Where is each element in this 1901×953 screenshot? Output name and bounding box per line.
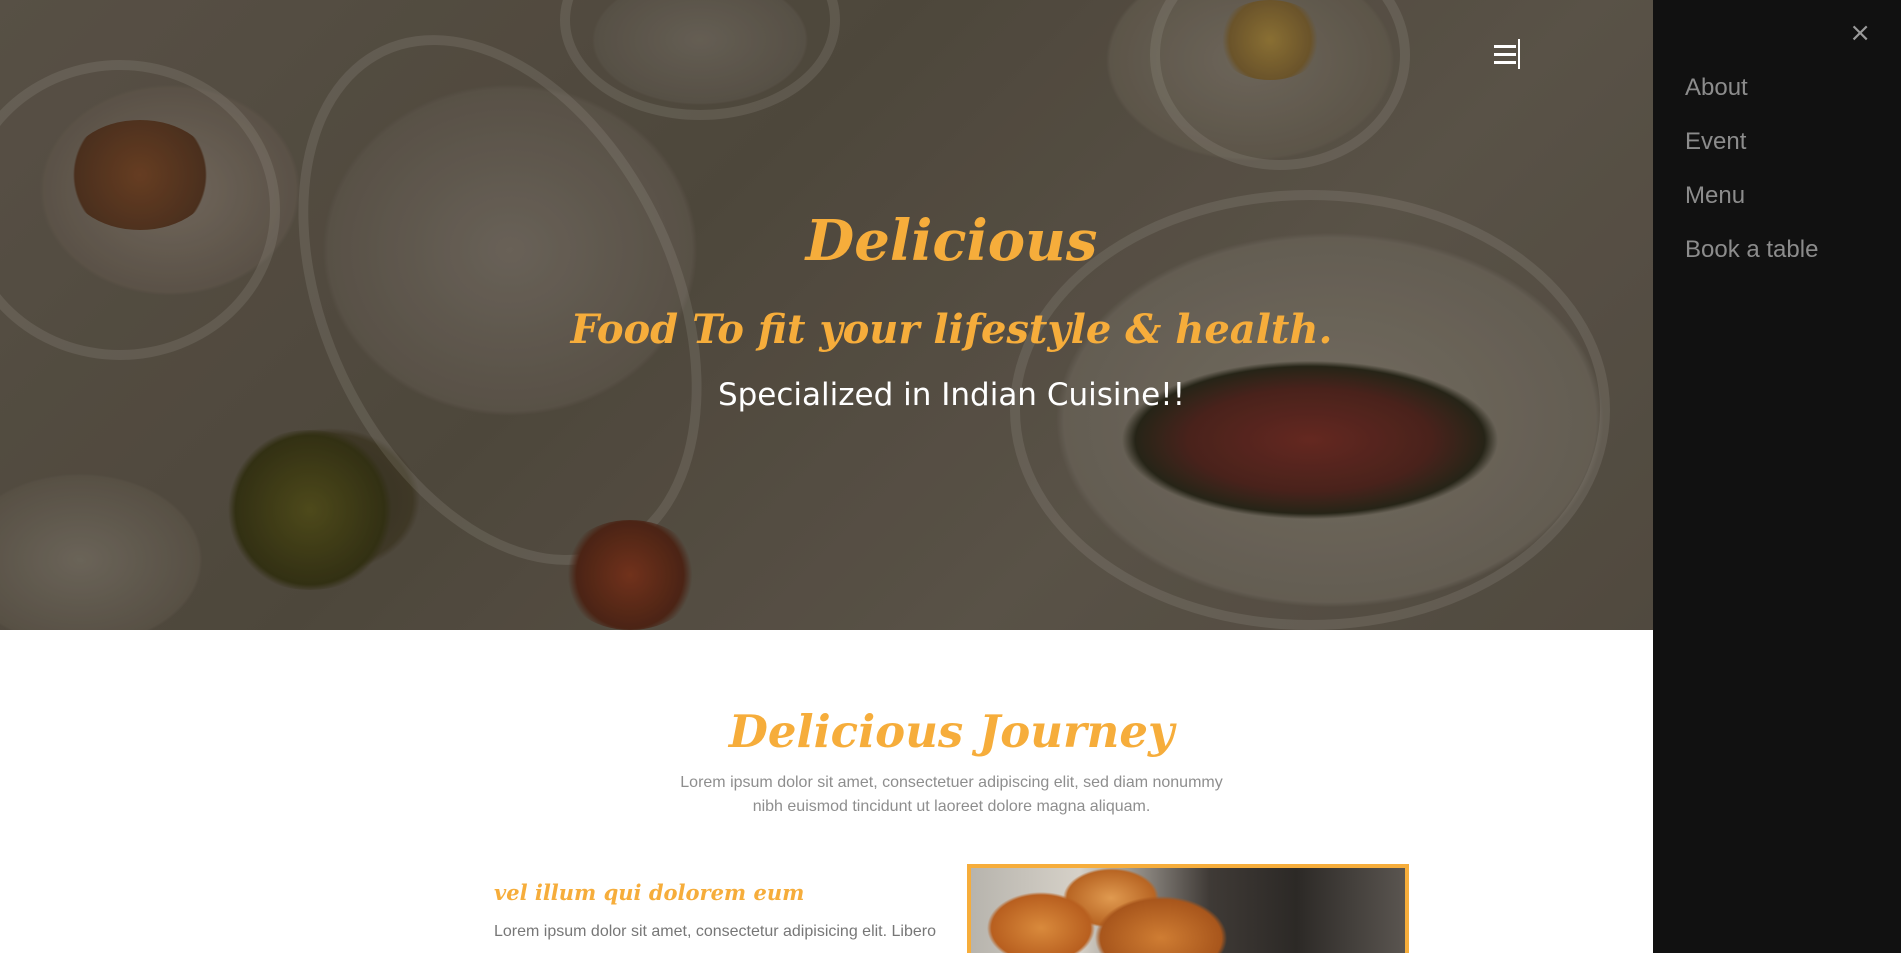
text-cursor	[1518, 39, 1520, 69]
nav-item-event[interactable]: Event	[1685, 127, 1746, 157]
nav-item-menu[interactable]: Menu	[1685, 181, 1745, 211]
nav-item-about[interactable]: About	[1685, 73, 1748, 103]
feature-food-image	[967, 864, 1409, 953]
article-title: vel illum qui dolorem eum	[494, 880, 805, 905]
side-navigation: × About Event Menu Book a table	[1653, 0, 1901, 953]
hamburger-line	[1494, 60, 1516, 64]
hero-banner	[0, 0, 1653, 630]
page: Delicious Food To fit your lifestyle & h…	[0, 0, 1901, 953]
nav-item-book-a-table[interactable]: Book a table	[1685, 235, 1818, 265]
hamburger-line	[1494, 52, 1516, 56]
section-description: Lorem ipsum dolor sit amet, consectetuer…	[680, 774, 1223, 815]
article-body: Lorem ipsum dolor sit amet, consectetur …	[494, 923, 936, 940]
hamburger-icon[interactable]	[1494, 37, 1522, 71]
hero-overlay	[0, 0, 1653, 630]
close-icon[interactable]: ×	[1849, 20, 1871, 46]
section-title: Delicious Journey	[728, 705, 1175, 758]
hamburger-line	[1494, 44, 1516, 48]
